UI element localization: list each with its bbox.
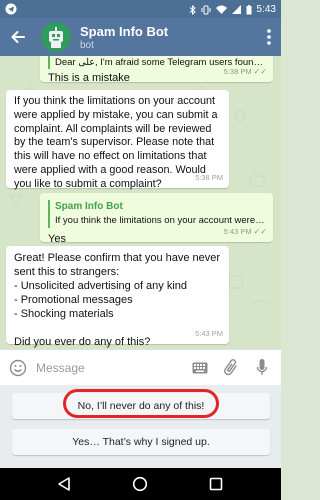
time-label: 5:38 PM <box>223 67 252 76</box>
incoming-message[interactable]: If you think the limitations on your acc… <box>6 90 229 190</box>
status-bar: 5:43 <box>0 0 281 18</box>
incoming-message[interactable]: Great! Please confirm that you have neve… <box>6 246 229 348</box>
quote-author: Spam Info Bot <box>55 201 123 212</box>
chat-title[interactable]: Spam Info Bot <box>80 24 168 39</box>
battery-icon <box>246 4 252 14</box>
read-check-icon: ✓✓ <box>253 67 267 76</box>
chat-header: Spam Info Bot bot <box>0 18 281 56</box>
message-line: - Unsolicited advertising of any kind <box>14 280 188 292</box>
message-time: 5:43 PM <box>195 329 223 338</box>
home-circle-icon[interactable] <box>132 476 148 492</box>
message-line: - Promotional messages <box>14 294 133 306</box>
outgoing-message[interactable]: Spam Info Bot If you think the limitatio… <box>40 193 273 245</box>
time-label: 5:43 PM <box>223 227 252 236</box>
keyboard-icon[interactable] <box>192 362 208 374</box>
message-time: 5:38 PM <box>195 173 223 182</box>
navigation-bar <box>0 468 281 500</box>
status-time: 5:43 <box>256 4 276 15</box>
telegram-icon <box>5 3 17 15</box>
chat-subtitle: bot <box>80 40 94 51</box>
recents-square-icon[interactable] <box>208 476 224 492</box>
outgoing-message[interactable]: Dear علی, I'm afraid some Telegram users… <box>40 56 273 84</box>
message-input[interactable] <box>36 358 176 378</box>
bluetooth-icon <box>189 4 196 15</box>
message-line: Great! Please confirm that you have neve… <box>14 252 221 278</box>
attach-icon[interactable] <box>224 358 238 378</box>
message-line: Did you ever do any of this? <box>14 336 151 348</box>
read-check-icon: ✓✓ <box>253 227 267 236</box>
robot-icon <box>49 27 63 48</box>
message-text: If you think the limitations on your acc… <box>14 95 218 190</box>
vibrate-icon <box>201 5 211 14</box>
keyboard-button-no[interactable]: No, I’ll never do any of this! <box>12 393 270 419</box>
wifi-icon <box>215 5 227 14</box>
chat-area[interactable]: Dear علی, I'm afraid some Telegram users… <box>0 56 281 349</box>
keyboard-button-yes[interactable]: Yes… That’s why I signed up. <box>12 429 270 455</box>
mic-icon[interactable] <box>256 358 268 378</box>
message-line <box>14 321 221 335</box>
bot-keyboard: No, I’ll never do any of this! Yes… That… <box>0 385 281 468</box>
message-line: - Shocking materials <box>14 308 114 320</box>
back-triangle-icon[interactable] <box>56 476 72 492</box>
emoji-icon[interactable] <box>9 359 27 377</box>
message-time: 5:38 PM ✓✓ <box>224 65 267 79</box>
reply-quote[interactable]: Spam Info Bot If you think the limitatio… <box>48 200 265 228</box>
back-arrow-icon[interactable] <box>8 27 28 47</box>
signal-icon <box>231 5 241 14</box>
message-input-bar <box>0 349 281 385</box>
message-time: 5:43 PM ✓✓ <box>224 225 267 239</box>
more-vert-icon[interactable] <box>265 28 273 46</box>
bot-avatar[interactable] <box>41 22 71 52</box>
